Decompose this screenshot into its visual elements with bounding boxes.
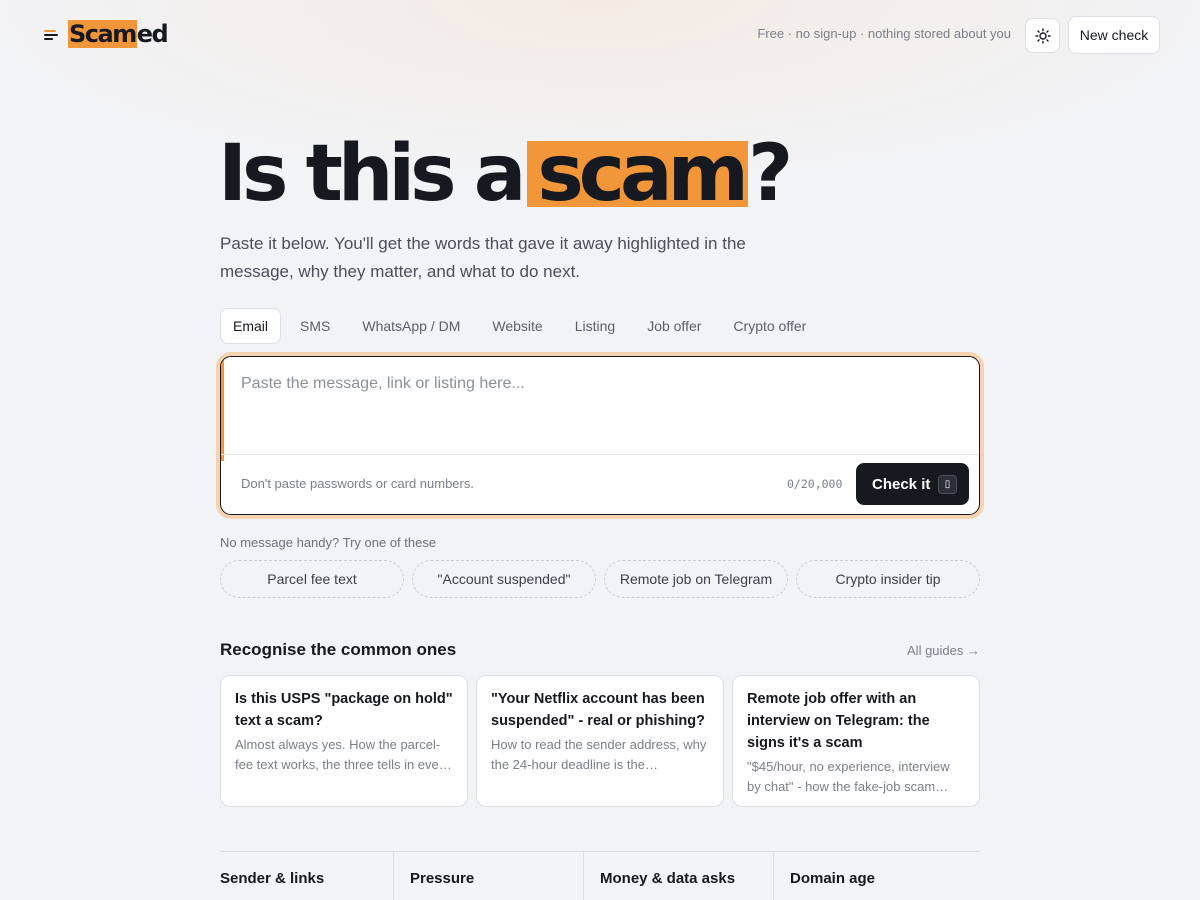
all-guides-link[interactable]: All guides → (907, 643, 980, 658)
title-before: Is this a (218, 129, 526, 219)
guide-card[interactable]: Is this USPS "package on hold" text a sc… (220, 675, 468, 807)
guide-card-desc: Almost always yes. How the parcel-fee te… (235, 737, 450, 772)
guides-heading: Recognise the common ones (220, 640, 457, 659)
title-after: ? (747, 129, 793, 219)
check-it-label: Check it (872, 475, 931, 493)
header: Scamed Free · no sign-up · nothing store… (0, 0, 1200, 70)
guide-card-title: Remote job offer with an interview on Te… (747, 691, 930, 751)
tab-email[interactable]: Email (220, 308, 282, 344)
message-input[interactable]: Paste the message, link or listing here.… (241, 375, 525, 393)
tagline: Free · no sign-up · nothing stored about… (757, 26, 1011, 41)
sun-icon (1034, 27, 1051, 44)
logo-text: Scamed (68, 20, 169, 48)
keyboard-shortcut-icon: ▯ (938, 475, 957, 494)
guide-cards: Is this USPS "package on hold" text a sc… (220, 675, 980, 807)
privacy-warning: Don't paste passwords or card numbers. (241, 476, 474, 491)
input-footer: Don't paste passwords or card numbers. 0… (221, 454, 979, 514)
tab-crypto-offer[interactable]: Crypto offer (720, 308, 819, 344)
tab-whatsapp-dm[interactable]: WhatsApp / DM (349, 308, 473, 344)
character-counter: 0/20,000 (787, 477, 843, 491)
menu-lines-icon (42, 26, 60, 42)
tab-listing[interactable]: Listing (562, 308, 628, 344)
signal-sender-links: Sender & links (220, 852, 394, 900)
tab-sms[interactable]: SMS (287, 308, 343, 344)
guide-card-title: "Your Netflix account has been suspended… (491, 691, 705, 729)
logo-prefix: Scam (68, 20, 137, 48)
guide-card-title: Is this USPS "package on hold" text a sc… (235, 691, 453, 729)
title-highlight: scam (527, 135, 749, 213)
guide-card-desc: "$45/hour, no experience, interview by c… (747, 759, 950, 794)
logo-suffix: ed (136, 20, 169, 48)
sample-crypto-tip[interactable]: Crypto insider tip (796, 560, 980, 598)
theme-toggle-button[interactable] (1025, 18, 1060, 53)
guide-card[interactable]: "Your Netflix account has been suspended… (476, 675, 724, 807)
message-input-box: Paste the message, link or listing here.… (220, 356, 980, 515)
tab-job-offer[interactable]: Job offer (634, 308, 714, 344)
guide-card[interactable]: Remote job offer with an interview on Te… (732, 675, 980, 807)
signal-domain-age: Domain age (790, 870, 876, 887)
check-it-button[interactable]: Check it ▯ (856, 463, 969, 505)
page-subtitle: Paste it below. You'll get the words tha… (220, 234, 746, 281)
signal-pressure: Pressure (394, 852, 584, 900)
guide-card-desc: How to read the sender address, why the … (491, 737, 707, 772)
sample-account-suspended[interactable]: "Account suspended" (412, 560, 596, 598)
samples-label: No message handy? Try one of these (220, 535, 437, 550)
new-check-button[interactable]: New check (1068, 16, 1160, 54)
sample-chips: Parcel fee text "Account suspended" Remo… (220, 560, 980, 598)
focus-accent (221, 357, 224, 461)
sample-parcel-fee[interactable]: Parcel fee text (220, 560, 404, 598)
message-type-tabs: Email SMS WhatsApp / DM Website Listing … (220, 308, 825, 344)
logo[interactable]: Scamed (42, 20, 169, 48)
signals-row: Sender & links Pressure Money & data ask… (220, 851, 980, 900)
signal-money-data: Money & data asks (584, 852, 774, 900)
sample-remote-job[interactable]: Remote job on Telegram (604, 560, 788, 598)
tab-website[interactable]: Website (479, 308, 555, 344)
page-title: Is this a scam? (218, 128, 793, 220)
